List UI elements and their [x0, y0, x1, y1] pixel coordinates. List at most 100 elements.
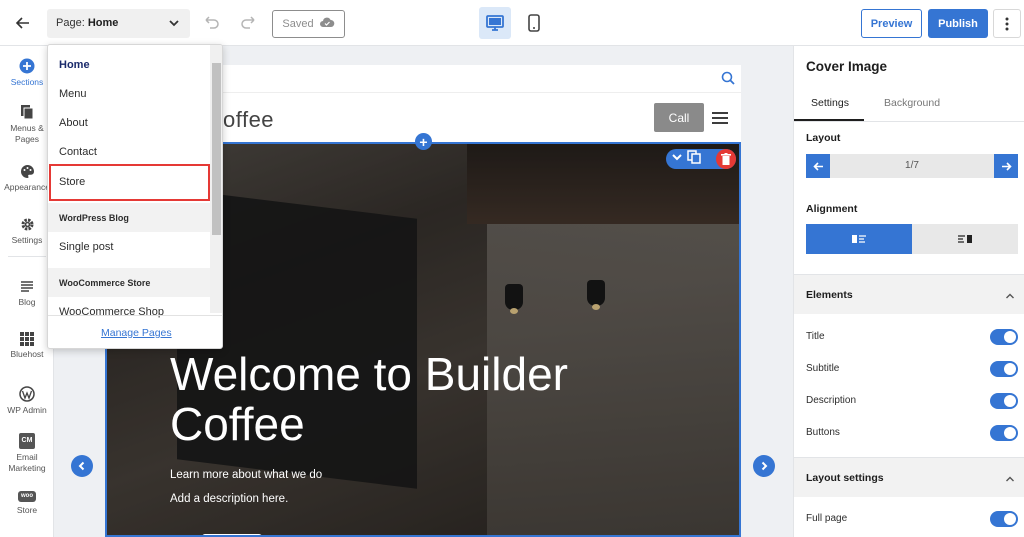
next-section-icon[interactable]: [753, 455, 775, 477]
description-toggle[interactable]: [990, 393, 1018, 409]
chevron-down-icon: [168, 17, 180, 32]
sidebar-item-label: Blog: [18, 297, 36, 307]
buttons-toggle[interactable]: [990, 425, 1018, 441]
layout-settings-label: Layout settings: [806, 472, 884, 484]
dropdown-item-contact[interactable]: Contact: [48, 146, 210, 158]
sidebar-item-menus-pages[interactable]: Menus & Pages: [0, 104, 54, 145]
sidebar-item-label: Settings: [11, 235, 43, 245]
sidebar-item-store[interactable]: woo Store: [0, 491, 54, 516]
sidebar-item-label: Menus & Pages: [10, 123, 44, 144]
align-right-button[interactable]: [912, 224, 1018, 254]
site-title[interactable]: offee: [223, 107, 274, 133]
blog-icon: [0, 280, 54, 294]
palette-icon: [0, 164, 54, 179]
more-options-icon[interactable]: [993, 9, 1021, 38]
undo-icon[interactable]: [202, 13, 222, 33]
chevron-up-icon: [1005, 288, 1015, 306]
cloud-check-icon: [319, 17, 335, 31]
toggle-label: Title: [806, 331, 825, 342]
gear-icon: [0, 217, 54, 232]
alignment-toggle: [806, 224, 1018, 254]
mobile-view-icon[interactable]: [518, 7, 550, 39]
tab-background[interactable]: Background: [884, 97, 940, 109]
layout-prev-icon[interactable]: [806, 154, 830, 178]
chevron-down-icon[interactable]: [671, 150, 683, 168]
saved-button[interactable]: Saved: [272, 10, 345, 38]
toggle-label: Full page: [806, 513, 848, 524]
toggle-label: Subtitle: [806, 363, 840, 374]
page-selector[interactable]: Page: Home: [47, 9, 190, 38]
redo-icon[interactable]: [240, 13, 260, 33]
page-selector-prefix: Page:: [56, 17, 85, 29]
block-toolbar: [666, 149, 736, 169]
saved-label: Saved: [282, 18, 314, 30]
layout-settings-section-header[interactable]: Layout settings: [794, 457, 1024, 497]
dropdown-group-woocommerce-store: WooCommerce Store: [48, 268, 210, 297]
sidebar-item-sections[interactable]: Sections: [0, 58, 54, 88]
left-sidebar: Sections Menus & Pages Appearance Settin…: [0, 46, 54, 537]
dropdown-item-single-post[interactable]: Single post: [48, 241, 210, 253]
sidebar-item-label: Email Marketing: [8, 452, 46, 473]
dropdown-scrollbar[interactable]: [210, 45, 222, 313]
store-highlight-box: [49, 164, 210, 201]
sidebar-item-label: WP Admin: [7, 405, 47, 415]
dropdown-footer: Manage Pages: [48, 315, 222, 348]
dropdown-item-home[interactable]: Home: [48, 59, 210, 71]
hamburger-menu-icon[interactable]: [712, 111, 728, 129]
toggle-row-buttons: Buttons: [806, 425, 1018, 441]
sidebar-item-appearance[interactable]: Appearance: [0, 164, 54, 193]
title-toggle[interactable]: [990, 329, 1018, 345]
toggle-label: Buttons: [806, 427, 840, 438]
sidebar-item-settings[interactable]: Settings: [0, 217, 54, 246]
manage-pages-link[interactable]: Manage Pages: [101, 327, 172, 339]
sidebar-item-bluehost[interactable]: Bluehost: [0, 332, 54, 360]
search-icon[interactable]: [721, 71, 735, 90]
page-dropdown: Home Menu About Contact Store WordPress …: [47, 44, 223, 349]
sidebar-item-label: Appearance: [4, 182, 50, 192]
cm-icon: CM: [0, 433, 54, 449]
panel-title: Cover Image: [806, 59, 888, 74]
align-left-button[interactable]: [806, 224, 912, 254]
add-section-icon[interactable]: +: [415, 133, 432, 150]
sidebar-item-label: Sections: [10, 77, 44, 87]
plus-circle-icon: [0, 58, 54, 74]
desktop-view-icon[interactable]: [479, 7, 511, 39]
dropdown-group-wordpress-blog: WordPress Blog: [48, 203, 210, 232]
preview-button[interactable]: Preview: [861, 9, 922, 38]
tab-settings[interactable]: Settings: [811, 97, 849, 109]
toggle-row-title: Title: [806, 329, 1018, 345]
layout-stepper: 1/7: [806, 154, 1018, 178]
sidebar-item-email-marketing[interactable]: CM Email Marketing: [0, 433, 54, 474]
layout-label: Layout: [806, 132, 841, 144]
scrollbar-thumb[interactable]: [212, 63, 221, 235]
sidebar-item-label: Store: [16, 505, 38, 515]
dropdown-item-menu[interactable]: Menu: [48, 88, 210, 100]
cover-title[interactable]: Welcome to Builder Coffee: [170, 349, 670, 449]
back-arrow-icon[interactable]: [12, 12, 34, 34]
tabs-divider: [794, 121, 1024, 122]
sidebar-item-label: Bluehost: [10, 349, 44, 359]
subtitle-toggle[interactable]: [990, 361, 1018, 377]
previous-section-icon[interactable]: [71, 455, 93, 477]
toggle-label: Description: [806, 395, 857, 406]
duplicate-icon[interactable]: [687, 149, 701, 169]
toggle-row-subtitle: Subtitle: [806, 361, 1018, 377]
layout-next-icon[interactable]: [994, 154, 1018, 178]
delete-icon[interactable]: [716, 149, 736, 169]
publish-button[interactable]: Publish: [928, 9, 988, 38]
full-page-toggle[interactable]: [990, 511, 1018, 527]
elements-label: Elements: [806, 289, 853, 301]
toggle-row-description: Description: [806, 393, 1018, 409]
pages-icon: [0, 104, 54, 120]
cover-description[interactable]: Add a description here.: [170, 493, 288, 505]
sidebar-item-blog[interactable]: Blog: [0, 280, 54, 308]
dropdown-item-about[interactable]: About: [48, 117, 210, 129]
call-button[interactable]: Call: [654, 103, 704, 132]
chevron-up-icon: [1005, 471, 1015, 489]
wordpress-icon: [0, 386, 54, 402]
elements-section-header[interactable]: Elements: [794, 274, 1024, 314]
woo-icon: woo: [0, 491, 54, 502]
sidebar-divider: [8, 256, 46, 257]
cover-subtitle[interactable]: Learn more about what we do: [170, 469, 322, 481]
sidebar-item-wp-admin[interactable]: WP Admin: [0, 386, 54, 416]
